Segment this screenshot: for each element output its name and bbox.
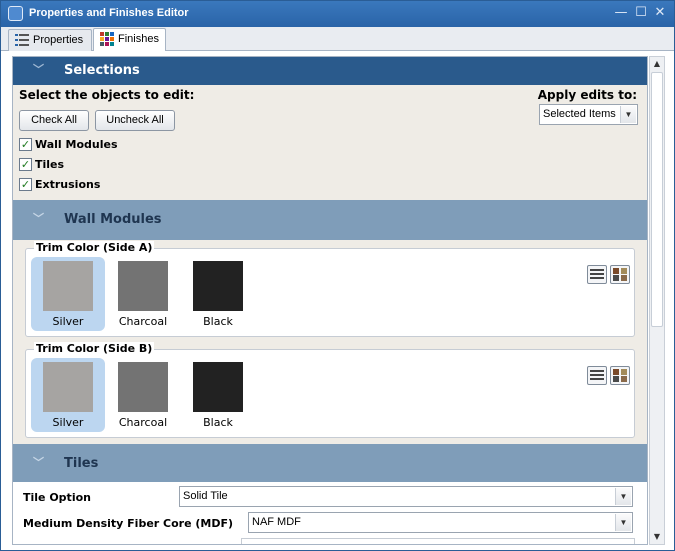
check-all-button[interactable]: Check All: [19, 110, 89, 131]
collapse-chevron-icon[interactable]: ﹀: [33, 63, 47, 77]
tile-option-label: Tile Option: [23, 491, 91, 504]
trim-color-side-b-title: Trim Color (Side B): [34, 342, 155, 355]
tiles-body: Tile Option Solid Tile ▼ Medium Density …: [13, 482, 647, 544]
tiles-header-label: Tiles: [64, 456, 99, 471]
trim-color-side-a-group: Trim Color (Side A) Silver Charcoal Blac…: [25, 241, 635, 337]
selections-header-label: Selections: [64, 63, 140, 78]
apply-edits-label: Apply edits to:: [537, 88, 637, 102]
close-icon[interactable]: ✕: [652, 5, 668, 21]
swatch-charcoal-color: [118, 261, 168, 311]
swatch-view-icon[interactable]: [610, 366, 630, 385]
tile-option-dropdown[interactable]: Solid Tile ▼: [179, 486, 633, 507]
scroll-down-icon[interactable]: ▼: [650, 530, 664, 544]
tab-properties-label: Properties: [33, 34, 84, 46]
collapse-chevron-icon[interactable]: ﹀: [33, 212, 47, 226]
swatch-name: Black: [203, 315, 233, 328]
window-title: Properties and Finishes Editor: [29, 7, 189, 19]
editor-window: Properties and Finishes Editor — ☐ ✕ Pro…: [0, 0, 675, 551]
list-view-icon[interactable]: [587, 265, 607, 284]
swatch-name: Black: [203, 416, 233, 429]
scroll-thumb[interactable]: [651, 72, 663, 327]
app-icon: [8, 6, 23, 21]
finishes-panel: ﹀ Selections Select the objects to edit:…: [12, 56, 648, 545]
select-objects-label: Select the objects to edit:: [19, 88, 195, 102]
tab-finishes-label: Finishes: [118, 33, 159, 45]
minimize-icon[interactable]: —: [613, 5, 629, 21]
mdf-dropdown[interactable]: NAF MDF ▼: [248, 512, 633, 533]
mdf-label: Medium Density Fiber Core (MDF): [23, 517, 234, 530]
wall-modules-header[interactable]: ﹀ Wall Modules: [13, 200, 647, 240]
chevron-down-icon[interactable]: ▼: [620, 106, 636, 123]
properties-list-icon: [15, 34, 29, 47]
extrusions-checkbox-label: Extrusions: [35, 178, 101, 191]
tile-option-value: Solid Tile: [183, 490, 228, 502]
swatch-view-icon[interactable]: [610, 265, 630, 284]
tab-strip: Properties Finishes: [1, 27, 674, 51]
trim-color-side-a-title: Trim Color (Side A): [34, 241, 155, 254]
apply-edits-value: Selected Items: [543, 108, 616, 120]
finishes-grid-icon: [100, 32, 114, 47]
swatch-name: Silver: [52, 315, 84, 328]
swatch-name: Charcoal: [118, 315, 168, 328]
wall-modules-header-label: Wall Modules: [64, 212, 162, 227]
swatch-black-color: [193, 362, 243, 412]
wall-modules-checkbox-label: Wall Modules: [35, 138, 118, 151]
swatch-name: Silver: [52, 416, 84, 429]
swatch-black[interactable]: Black: [181, 358, 255, 432]
chevron-down-icon[interactable]: ▼: [615, 514, 631, 531]
tiles-checkbox[interactable]: ✓: [19, 158, 32, 171]
selections-header[interactable]: ﹀ Selections: [13, 57, 647, 85]
tiles-checkbox-label: Tiles: [35, 158, 65, 171]
collapse-chevron-icon[interactable]: ﹀: [33, 456, 47, 470]
title-bar[interactable]: Properties and Finishes Editor — ☐ ✕: [1, 1, 674, 27]
next-field-partial: [241, 538, 635, 544]
swatch-silver-color: [43, 261, 93, 311]
list-view-icon[interactable]: [587, 366, 607, 385]
chevron-down-icon[interactable]: ▼: [615, 488, 631, 505]
swatch-silver[interactable]: Silver: [31, 358, 105, 432]
swatch-black-color: [193, 261, 243, 311]
extrusions-checkbox[interactable]: ✓: [19, 178, 32, 191]
swatch-charcoal[interactable]: Charcoal: [106, 257, 180, 331]
tiles-header[interactable]: ﹀ Tiles: [13, 444, 647, 482]
swatch-silver[interactable]: Silver: [31, 257, 105, 331]
swatch-name: Charcoal: [118, 416, 168, 429]
tab-finishes[interactable]: Finishes: [93, 28, 166, 51]
swatch-charcoal[interactable]: Charcoal: [106, 358, 180, 432]
vertical-scrollbar[interactable]: ▲ ▼: [649, 56, 665, 545]
apply-edits-dropdown[interactable]: Selected Items ▼: [539, 104, 638, 125]
swatch-silver-color: [43, 362, 93, 412]
uncheck-all-button[interactable]: Uncheck All: [95, 110, 175, 131]
trim-color-side-b-group: Trim Color (Side B) Silver Charcoal Blac…: [25, 342, 635, 438]
scroll-up-icon[interactable]: ▲: [650, 57, 664, 71]
maximize-icon[interactable]: ☐: [633, 5, 649, 21]
tab-properties[interactable]: Properties: [8, 29, 92, 51]
swatch-charcoal-color: [118, 362, 168, 412]
mdf-value: NAF MDF: [252, 516, 301, 528]
swatch-black[interactable]: Black: [181, 257, 255, 331]
wall-modules-checkbox[interactable]: ✓: [19, 138, 32, 151]
